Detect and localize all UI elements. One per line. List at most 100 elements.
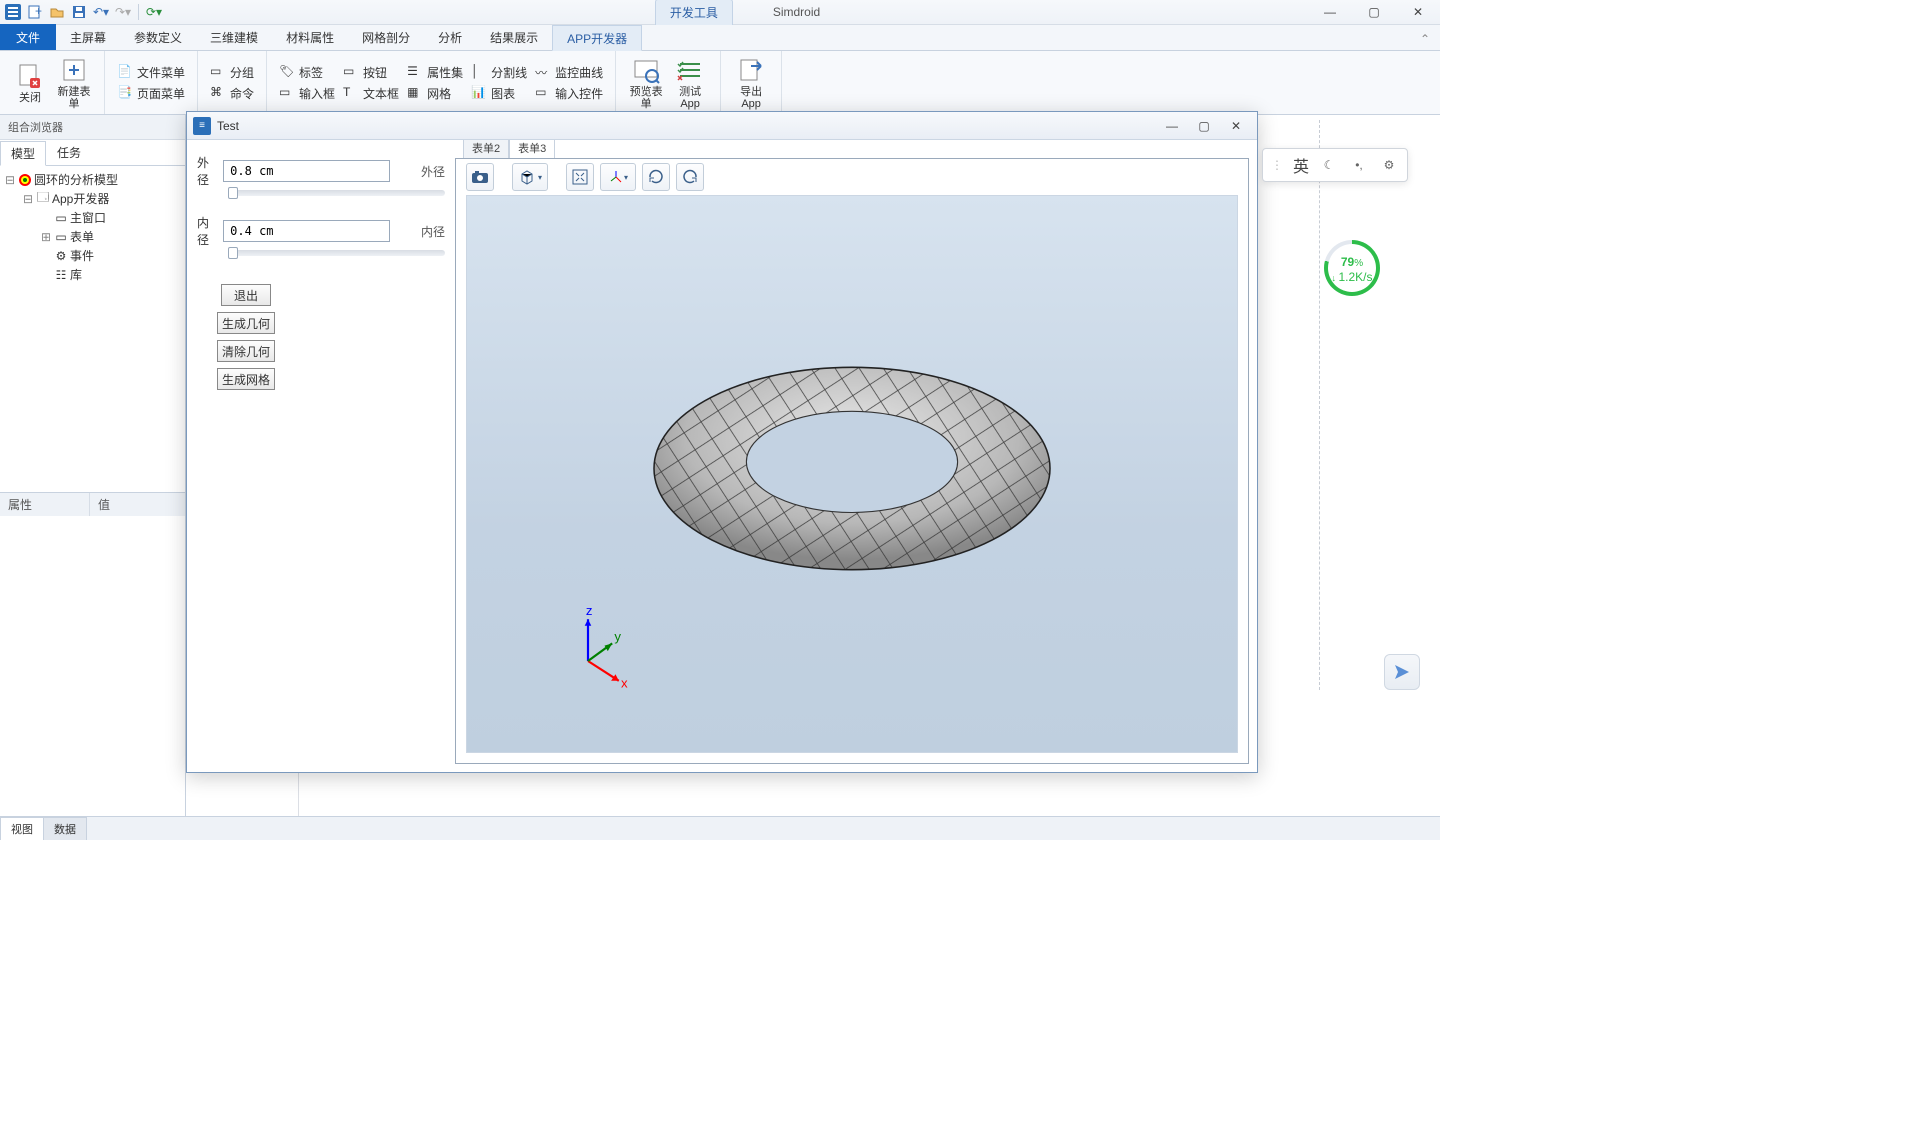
view-cube-icon[interactable]: ▾	[512, 163, 548, 191]
monitor-curve-icon: 〰	[535, 64, 551, 80]
window-close-icon[interactable]: ✕	[1396, 0, 1440, 25]
clear-geom-button[interactable]: 清除几何	[217, 340, 275, 362]
button-button[interactable]: ▭按钮	[339, 63, 403, 82]
qat-app-icon[interactable]	[4, 3, 22, 21]
inputbox-button[interactable]: ▭输入框	[275, 84, 339, 103]
ribbon-collapse-icon[interactable]: ⌃	[1410, 28, 1440, 50]
viewport-tab-2[interactable]: 表单2	[463, 140, 509, 158]
test-app-button[interactable]: 测试App	[668, 52, 712, 114]
build-geom-button[interactable]: 生成几何	[217, 312, 275, 334]
inner-radius-label: 内径	[197, 214, 217, 248]
ribbon-tab-row: 文件 主屏幕 参数定义 三维建模 材料属性 网格剖分 分析 结果展示 APP开发…	[0, 25, 1440, 51]
splitline-button[interactable]: │分割线	[467, 63, 531, 82]
mesh-button[interactable]: ▦网格	[403, 84, 467, 103]
fit-view-icon[interactable]	[566, 163, 594, 191]
ribbon-tab-home[interactable]: 主屏幕	[56, 24, 120, 50]
status-tab-data[interactable]: 数据	[43, 817, 87, 840]
dialog-maximize-icon[interactable]: ▢	[1189, 116, 1219, 136]
qat-new-icon[interactable]: +	[26, 3, 44, 21]
input-ctrl-button[interactable]: ▭输入控件	[531, 84, 607, 103]
status-tab-view[interactable]: 视图	[0, 817, 44, 840]
panel-tab-model[interactable]: 模型	[0, 141, 46, 166]
ribbon-tab-params[interactable]: 参数定义	[120, 24, 196, 50]
monitor-curve-button[interactable]: 〰监控曲线	[531, 63, 607, 82]
file-menu-icon: 📄	[117, 64, 133, 80]
textbox-button[interactable]: T文本框	[339, 84, 403, 103]
preview-dialog: ≡ Test — ▢ ✕ 外径 外径 内径 内径	[186, 111, 1258, 773]
group-button[interactable]: ▭分组	[206, 63, 258, 82]
model-tree[interactable]: ⊟圆环的分析模型 ⊟🗔App开发器 ▭主窗口 ⊞▭表单 ⚙事件 ☷库	[0, 166, 185, 492]
model-icon	[18, 173, 32, 187]
ime-lang[interactable]: 英	[1293, 153, 1309, 177]
qat-undo-icon[interactable]: ↶▾	[92, 3, 110, 21]
dialog-title: Test	[217, 119, 239, 133]
build-mesh-button[interactable]: 生成网格	[217, 368, 275, 390]
camera-icon[interactable]	[466, 163, 494, 191]
lib-icon: ☷	[54, 268, 68, 282]
viewport-3d[interactable]: z x y	[466, 195, 1238, 753]
axis-icon[interactable]: ▾	[600, 163, 636, 191]
tree-lib[interactable]: ☷库	[4, 265, 181, 284]
rotate-ccw-icon[interactable]	[676, 163, 704, 191]
app-icon: 🗔	[36, 192, 50, 206]
qat-refresh-icon[interactable]: ⟳▾	[145, 3, 163, 21]
export-app-button[interactable]: 导出App	[729, 52, 773, 114]
page-menu-button[interactable]: 📑页面菜单	[113, 84, 189, 103]
file-menu-button[interactable]: 📄文件菜单	[113, 63, 189, 82]
qat-open-icon[interactable]	[48, 3, 66, 21]
dialog-app-icon: ≡	[193, 117, 211, 135]
tree-appdev[interactable]: ⊟🗔App开发器	[4, 189, 181, 208]
ribbon-tab-3d[interactable]: 三维建模	[196, 24, 272, 50]
outer-radius-slider[interactable]	[231, 190, 445, 196]
ribbon-tab-mesh[interactable]: 网格剖分	[348, 24, 424, 50]
moon-icon[interactable]: ☾	[1319, 155, 1339, 175]
ribbon-tab-appdev[interactable]: APP开发器	[552, 25, 642, 51]
torus-mesh: z x y	[467, 196, 1237, 752]
collapse-icon[interactable]: ⊟	[4, 173, 16, 187]
chart-button[interactable]: 📊图表	[467, 84, 531, 103]
rotate-cw-icon[interactable]	[642, 163, 670, 191]
dialog-titlebar[interactable]: ≡ Test — ▢ ✕	[187, 112, 1257, 140]
panel-tab-tasks[interactable]: 任务	[46, 140, 92, 165]
gear-icon[interactable]: ⚙	[1379, 155, 1399, 175]
file-tab[interactable]: 文件	[0, 24, 56, 50]
close-button[interactable]: 关闭	[8, 58, 52, 108]
exit-button[interactable]: 退出	[221, 284, 271, 306]
new-form-button[interactable]: 新建表单	[52, 52, 96, 114]
tree-root[interactable]: ⊟圆环的分析模型	[4, 170, 181, 189]
preview-form-button[interactable]: 预览表单	[624, 52, 668, 114]
inner-radius-input[interactable]	[223, 220, 390, 242]
outer-radius-input[interactable]	[223, 160, 390, 182]
assistant-float-icon[interactable]	[1384, 654, 1420, 690]
inputbox-icon: ▭	[279, 85, 295, 101]
propset-button[interactable]: ☰属性集	[403, 63, 467, 82]
ribbon-tab-results[interactable]: 结果展示	[476, 24, 552, 50]
viewport-tab-3[interactable]: 表单3	[509, 140, 555, 158]
context-tab-devtools[interactable]: 开发工具	[655, 0, 733, 25]
tree-events[interactable]: ⚙事件	[4, 246, 181, 265]
inner-radius-slider[interactable]	[231, 250, 445, 256]
qat-redo-icon[interactable]: ↷▾	[114, 3, 132, 21]
ribbon-tab-analysis[interactable]: 分析	[424, 24, 476, 50]
window-minimize-icon[interactable]: —	[1308, 0, 1352, 25]
guide-line	[1319, 120, 1320, 690]
dialog-close-icon[interactable]: ✕	[1221, 116, 1251, 136]
input-ctrl-icon: ▭	[535, 85, 551, 101]
expand-icon[interactable]: ⊞	[40, 230, 52, 244]
collapse-icon[interactable]: ⊟	[22, 192, 34, 206]
outer-radius-right-label: 外径	[396, 163, 445, 180]
command-button[interactable]: ⌘命令	[206, 84, 258, 103]
window-controls: — ▢ ✕	[1308, 0, 1440, 25]
mesh-icon: ▦	[407, 85, 423, 101]
tree-forms[interactable]: ⊞▭表单	[4, 227, 181, 246]
window-maximize-icon[interactable]: ▢	[1352, 0, 1396, 25]
speed-indicator[interactable]: 79% ↓ 1.2K/s	[1324, 240, 1380, 296]
comma-icon[interactable]: •,	[1349, 155, 1369, 175]
events-icon: ⚙	[54, 249, 68, 263]
tree-mainwindow[interactable]: ▭主窗口	[4, 208, 181, 227]
tag-button[interactable]: 🏷标签	[275, 63, 339, 82]
dialog-minimize-icon[interactable]: —	[1157, 116, 1187, 136]
ribbon-tab-material[interactable]: 材料属性	[272, 24, 348, 50]
qat-save-icon[interactable]	[70, 3, 88, 21]
ime-widget[interactable]: ⋮ 英 ☾ •, ⚙	[1262, 148, 1408, 182]
